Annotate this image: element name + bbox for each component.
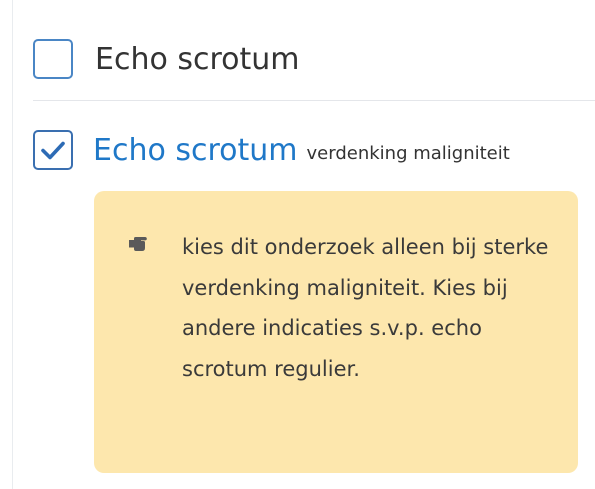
- echo-scrotum-checkbox[interactable]: [33, 39, 73, 79]
- left-border: [12, 0, 13, 489]
- option-label[interactable]: Echo scrotum: [95, 42, 300, 77]
- option-echo-scrotum-maligniteit[interactable]: Echo scrotum verdenking maligniteit: [33, 125, 595, 175]
- option-divider: [33, 100, 595, 101]
- note-text: kies dit onderzoek alleen bij sterke ver…: [182, 235, 549, 381]
- echo-scrotum-maligniteit-checkbox[interactable]: [33, 130, 73, 170]
- option-label[interactable]: Echo scrotum: [93, 133, 298, 168]
- option-sublabel[interactable]: verdenking maligniteit: [307, 143, 510, 164]
- option-echo-scrotum[interactable]: Echo scrotum: [33, 37, 595, 81]
- info-note: kies dit onderzoek alleen bij sterke ver…: [94, 191, 578, 473]
- pointing-hand-icon: [129, 237, 147, 251]
- checkmark-icon: [41, 141, 65, 160]
